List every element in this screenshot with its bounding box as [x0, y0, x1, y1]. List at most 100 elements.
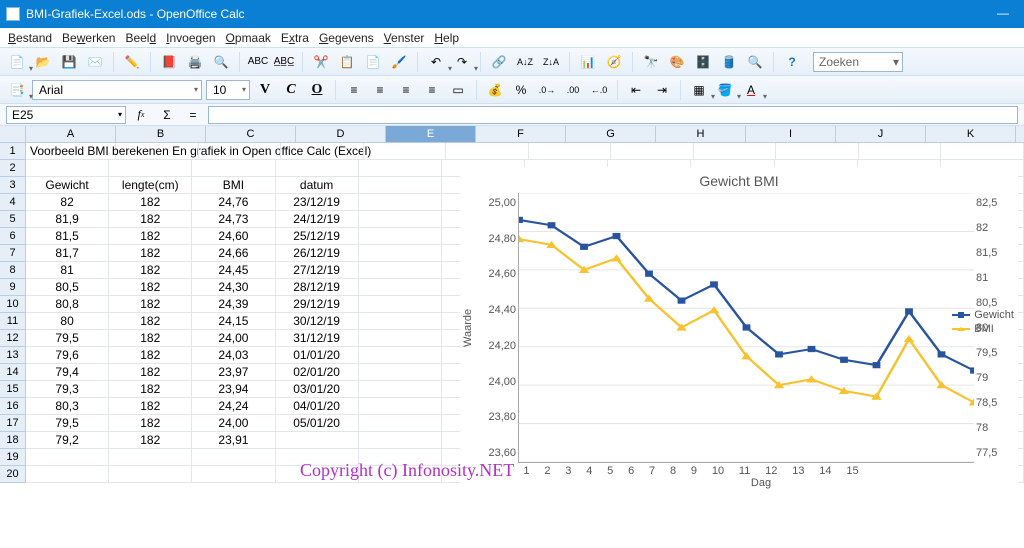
cell-B18[interactable]: 182	[109, 432, 192, 449]
cell-C9[interactable]: 24,30	[192, 279, 275, 296]
col-header-D[interactable]: D	[296, 126, 386, 143]
row-header-16[interactable]: 16	[0, 398, 26, 415]
menu-help[interactable]: Help	[434, 31, 459, 45]
row-header-15[interactable]: 15	[0, 381, 26, 398]
cell-D8[interactable]: 27/12/19	[276, 262, 359, 279]
cell-A14[interactable]: 79,4	[26, 364, 109, 381]
bgcolor-button[interactable]: 🪣	[714, 79, 736, 101]
styles-button[interactable]: 📑	[6, 79, 28, 101]
cell-F1[interactable]	[446, 143, 529, 160]
font-size-combo[interactable]: 10▾	[206, 80, 250, 100]
db-button[interactable]: 🛢️	[718, 51, 740, 73]
cell-A9[interactable]: 80,5	[26, 279, 109, 296]
row-header-1[interactable]: 1	[0, 143, 26, 160]
cell-A10[interactable]: 80,8	[26, 296, 109, 313]
row-header-11[interactable]: 11	[0, 313, 26, 330]
cell-E2[interactable]	[359, 160, 442, 177]
undo-button[interactable]: ↶	[425, 51, 447, 73]
col-header-G[interactable]: G	[566, 126, 656, 143]
menu-extra[interactable]: Extra	[281, 31, 309, 45]
align-center-button[interactable]: ≡	[369, 79, 391, 101]
col-header-H[interactable]: H	[656, 126, 746, 143]
row-header-8[interactable]: 8	[0, 262, 26, 279]
col-header-C[interactable]: C	[206, 126, 296, 143]
cell-B9[interactable]: 182	[109, 279, 192, 296]
menu-gegevens[interactable]: Gegevens	[319, 31, 374, 45]
cell-A16[interactable]: 80,3	[26, 398, 109, 415]
cell-B3[interactable]: lengte(cm)	[109, 177, 192, 194]
preview-button[interactable]: 🔍	[210, 51, 232, 73]
cell-C2[interactable]	[192, 160, 275, 177]
add-decimal-button[interactable]: .0→	[536, 79, 558, 101]
col-header-B[interactable]: B	[116, 126, 206, 143]
sheet-area[interactable]: ABCDEFGHIJKL 123456789101112131415161718…	[0, 126, 1024, 548]
cell-A15[interactable]: 79,3	[26, 381, 109, 398]
cell-E5[interactable]	[359, 211, 442, 228]
cell-A2[interactable]	[26, 160, 109, 177]
col-header-F[interactable]: F	[476, 126, 566, 143]
save-button[interactable]: 💾	[58, 51, 80, 73]
datasource-button[interactable]: 🗄️	[692, 51, 714, 73]
cell-C13[interactable]: 24,03	[192, 347, 275, 364]
cell-E3[interactable]	[359, 177, 442, 194]
remove-decimal-button[interactable]: .00	[562, 79, 584, 101]
cell-C7[interactable]: 24,66	[192, 245, 275, 262]
cell-B8[interactable]: 182	[109, 262, 192, 279]
cell-C12[interactable]: 24,00	[192, 330, 275, 347]
print-button[interactable]: 🖨️	[184, 51, 206, 73]
underline-button[interactable]: O	[306, 79, 328, 101]
cell-D15[interactable]: 03/01/20	[276, 381, 359, 398]
percent-button[interactable]: %	[510, 79, 532, 101]
cell-C10[interactable]: 24,39	[192, 296, 275, 313]
row-header-2[interactable]: 2	[0, 160, 26, 177]
cell-B16[interactable]: 182	[109, 398, 192, 415]
cell-C4[interactable]: 24,76	[192, 194, 275, 211]
cell-E17[interactable]	[359, 415, 442, 432]
row-header-10[interactable]: 10	[0, 296, 26, 313]
decrease-dec-button[interactable]: ←.0	[588, 79, 610, 101]
paste-button[interactable]: 📄	[362, 51, 384, 73]
pdf-button[interactable]: 📕	[158, 51, 180, 73]
embedded-chart[interactable]: Gewicht BMI Waarde 25,0024,8024,6024,402…	[460, 167, 1018, 497]
help-button[interactable]: ?	[781, 51, 803, 73]
navigator-button[interactable]: 🧭	[603, 51, 625, 73]
cell-C11[interactable]: 24,15	[192, 313, 275, 330]
menu-invoegen[interactable]: Invoegen	[166, 31, 215, 45]
italic-button[interactable]: C	[280, 79, 302, 101]
row-header-20[interactable]: 20	[0, 466, 26, 483]
col-header-J[interactable]: J	[836, 126, 926, 143]
cell-D6[interactable]: 25/12/19	[276, 228, 359, 245]
menu-beeld[interactable]: Beeld	[125, 31, 156, 45]
spellcheck-button[interactable]: ABC	[247, 51, 269, 73]
cell-E14[interactable]	[359, 364, 442, 381]
new-button[interactable]: 📄	[6, 51, 28, 73]
menu-bewerken[interactable]: Bewerken	[62, 31, 115, 45]
cell-D3[interactable]: datum	[276, 177, 359, 194]
hyperlink-button[interactable]: 🔗	[488, 51, 510, 73]
cell-A8[interactable]: 81	[26, 262, 109, 279]
align-left-button[interactable]: ≡	[343, 79, 365, 101]
cell-reference-combo[interactable]: E25▾	[6, 106, 126, 124]
row-header-12[interactable]: 12	[0, 330, 26, 347]
edit-button[interactable]: ✏️	[121, 51, 143, 73]
cell-B14[interactable]: 182	[109, 364, 192, 381]
equals-button[interactable]: =	[182, 104, 204, 126]
row-header-14[interactable]: 14	[0, 364, 26, 381]
cell-C5[interactable]: 24,73	[192, 211, 275, 228]
cell-A12[interactable]: 79,5	[26, 330, 109, 347]
bold-button[interactable]: V	[254, 79, 276, 101]
cell-A11[interactable]: 80	[26, 313, 109, 330]
autospell-button[interactable]: A̲B̲C̲	[273, 51, 295, 73]
cell-B15[interactable]: 182	[109, 381, 192, 398]
cell-A20[interactable]	[26, 466, 109, 483]
cell-D13[interactable]: 01/01/20	[276, 347, 359, 364]
cell-A5[interactable]: 81,9	[26, 211, 109, 228]
find-button[interactable]: 🔭	[640, 51, 662, 73]
cell-C20[interactable]	[192, 466, 275, 483]
cell-E9[interactable]	[359, 279, 442, 296]
cell-E16[interactable]	[359, 398, 442, 415]
currency-button[interactable]: 💰	[484, 79, 506, 101]
row-header-3[interactable]: 3	[0, 177, 26, 194]
cell-C14[interactable]: 23,97	[192, 364, 275, 381]
cell-E8[interactable]	[359, 262, 442, 279]
